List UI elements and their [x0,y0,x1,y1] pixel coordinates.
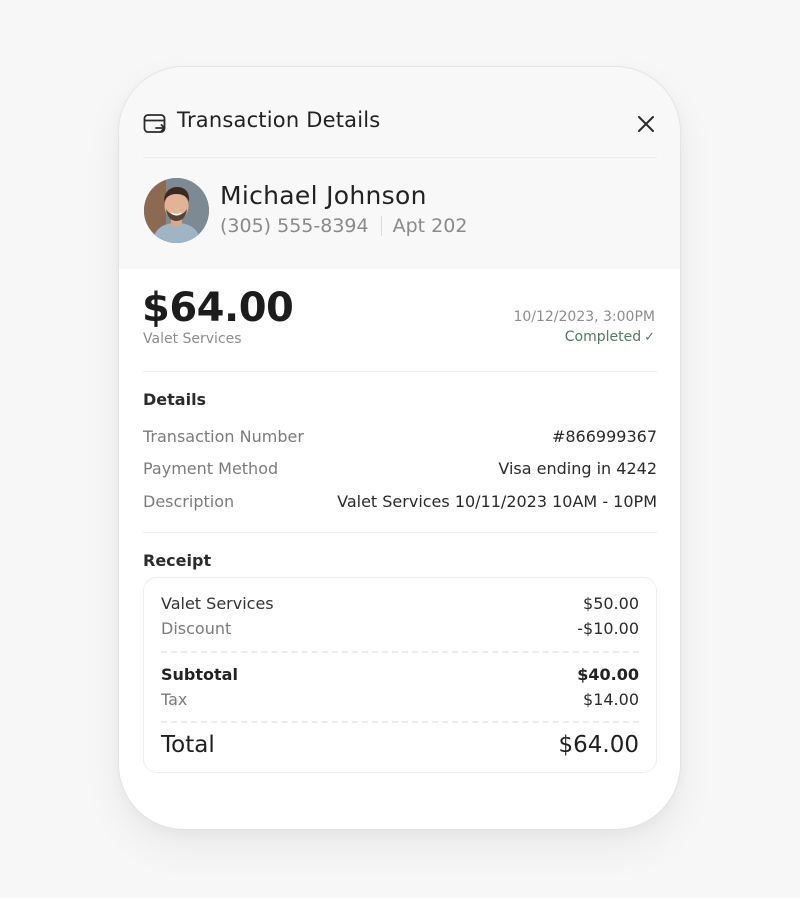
subtotal-label: Subtotal [161,665,238,684]
detail-value: Valet Services 10/11/2023 10AM - 10PM [337,492,657,511]
detail-label: Transaction Number [143,427,304,446]
detail-row-description: Description Valet Services 10/11/2023 10… [143,492,657,511]
close-icon [638,116,654,132]
customer-meta: (305) 555-8394 Apt 202 [220,215,467,237]
dashed-divider [161,651,639,653]
tax-value: $14.00 [583,690,639,709]
divider [143,371,657,372]
receipt-item-value: $50.00 [583,594,639,613]
receipt-tax: Tax $14.00 [161,690,639,709]
tax-label: Tax [161,690,188,709]
subtotal-value: $40.00 [577,665,639,684]
page-title: Transaction Details [177,108,381,132]
divider [143,532,657,533]
receipt-subtotal: Subtotal $40.00 [161,665,639,684]
close-button[interactable] [635,113,657,135]
transaction-datetime: 10/12/2023, 3:00PM [513,309,655,325]
header-divider [143,157,657,158]
card-transfer-icon [143,113,167,135]
detail-label: Description [143,492,235,511]
receipt-title: Receipt [143,551,212,570]
checkmark-icon: ✓ [644,330,655,345]
transaction-amount: $64.00 [142,285,294,331]
avatar [144,178,209,243]
detail-value: #866999367 [551,427,657,446]
receipt-line-item: Discount -$10.00 [161,619,639,638]
receipt-item-value: -$10.00 [577,619,639,638]
transaction-service: Valet Services [143,331,242,347]
receipt-line-item: Valet Services $50.00 [161,594,639,613]
receipt-item-label: Valet Services [161,594,274,613]
receipt-item-label: Discount [161,619,232,638]
status-label: Completed [564,329,642,345]
detail-label: Payment Method [143,459,279,478]
customer-phone: (305) 555-8394 [220,215,369,237]
total-label: Total [161,732,215,758]
details-title: Details [143,390,207,409]
dashed-divider [161,721,639,723]
meta-separator [380,216,382,236]
receipt-box: Valet Services $50.00 Discount -$10.00 S… [143,577,657,773]
receipt-total: Total $64.00 [161,732,639,758]
total-value: $64.00 [558,732,639,758]
customer-name: Michael Johnson [220,181,427,210]
detail-value: Visa ending in 4242 [498,459,657,478]
detail-row-payment-method: Payment Method Visa ending in 4242 [143,459,657,478]
detail-row-transaction-number: Transaction Number #866999367 [143,427,657,446]
transaction-details-card: Transaction Details Michael Johnson (305… [118,66,681,830]
customer-header-section: Transaction Details Michael Johnson (305… [119,67,680,269]
customer-unit: Apt 202 [392,215,468,237]
status-badge: Completed ✓ [565,329,655,345]
